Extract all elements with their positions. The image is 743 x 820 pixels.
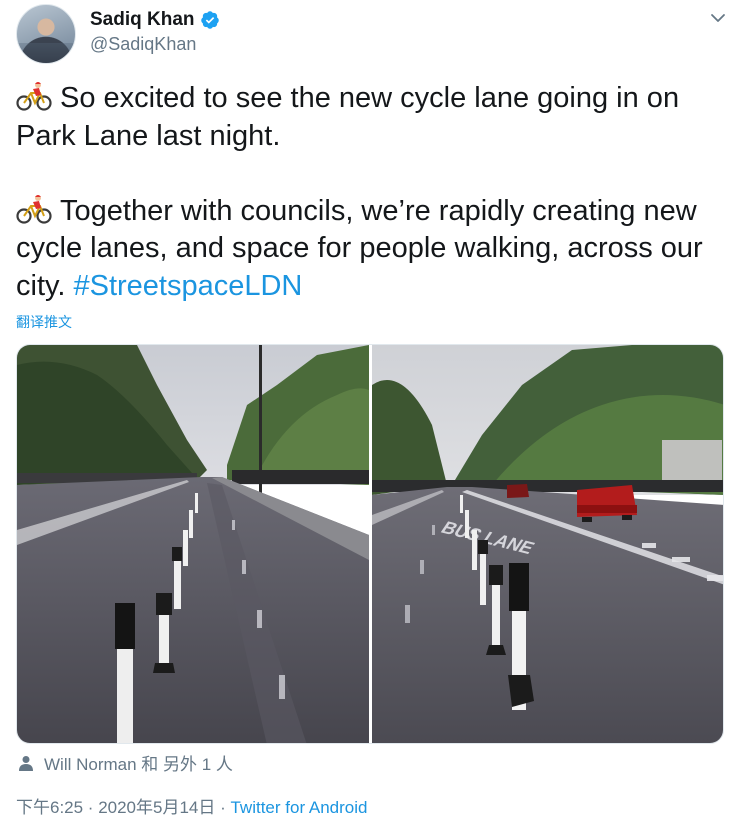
timestamp[interactable]: 下午6:25 · 2020年5月14日 · xyxy=(16,798,230,817)
user-handle[interactable]: @SadiqKhan xyxy=(90,34,220,55)
tweet-meta: 下午6:25 · 2020年5月14日 · Twitter for Androi… xyxy=(16,793,368,818)
tweet-paragraph-1: So excited to see the new cycle lane goi… xyxy=(16,80,728,155)
tweet-paragraph-2: Together with councils, we’re rapidly cr… xyxy=(16,193,728,306)
hashtag-link[interactable]: #StreetspaceLDN xyxy=(73,270,302,302)
park-lane-cycle-lane-photo-1[interactable] xyxy=(17,345,369,743)
liked-by[interactable]: Will Norman 和 另外 1 人 xyxy=(18,750,233,775)
liked-by-text: Will Norman 和 另外 1 人 xyxy=(44,755,233,774)
photo-1-image xyxy=(17,345,369,743)
tweet-header: Sadiq Khan @SadiqKhan xyxy=(16,2,728,64)
chevron-down-icon[interactable] xyxy=(708,8,728,28)
photo-2-image: BUS LANE xyxy=(372,345,723,743)
display-name[interactable]: Sadiq Khan xyxy=(90,9,195,31)
source-link[interactable]: Twitter for Android xyxy=(230,798,367,817)
author-names: Sadiq Khan @SadiqKhan xyxy=(90,8,220,55)
media-grid: BUS LANE xyxy=(16,344,724,744)
tweet-text: So excited to see the new cycle lane goi… xyxy=(16,80,728,305)
verified-badge-icon xyxy=(200,11,219,29)
avatar[interactable] xyxy=(16,4,76,64)
translate-tweet-link[interactable]: 翻译推文 xyxy=(16,312,72,332)
cyclist-emoji-icon xyxy=(16,82,52,111)
cyclist-emoji-icon xyxy=(16,194,52,224)
person-icon xyxy=(19,755,33,771)
tweet-paragraph-1-text: So excited to see the new cycle lane goi… xyxy=(16,82,680,152)
park-lane-cycle-lane-photo-2[interactable]: BUS LANE xyxy=(372,345,723,743)
